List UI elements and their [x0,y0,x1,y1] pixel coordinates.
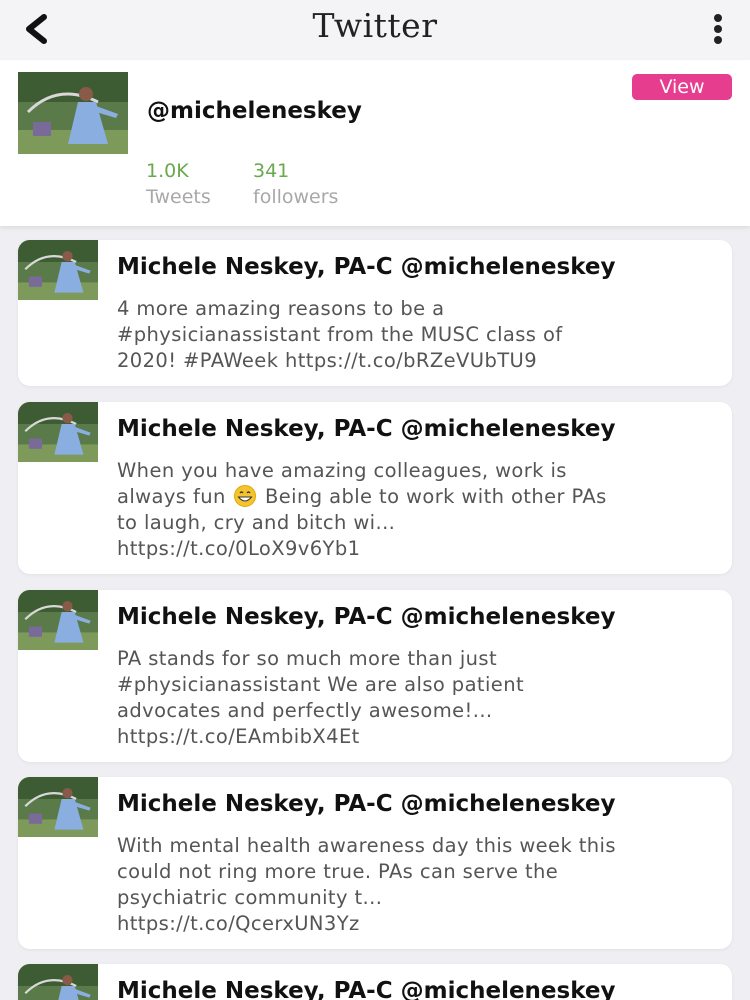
profile-card: @micheleneskey View 1.0K Tweets 341 foll… [0,60,750,226]
tweet-avatar [18,402,98,462]
tweet-text-line: always fun Being able to work with other… [117,484,717,510]
tweet-avatar [18,964,98,1000]
tweet-text-line: 2020! #PAWeek https://t.co/bRZeVUbTU9 [117,349,538,372]
view-profile-button[interactable]: View [632,74,732,100]
page-title: Twitter [312,6,438,45]
tweet-avatar [18,240,98,300]
tweet-text-line: https://t.co/0LoX9v6Yb1 [117,537,361,560]
tweet-text-line: With mental health awareness day this we… [117,834,616,857]
tweet-text-line: https://t.co/EAmbibX4Et [117,725,360,748]
tweet-text-line: could not ring more true. PAs can serve … [117,860,559,883]
tweets-label: Tweets [146,186,211,208]
tweet-text-segment: always fun [117,485,226,508]
tweet-card[interactable]: Michele Neskey, PA-C @micheleneskey With… [18,777,732,949]
tweet-card[interactable]: Michele Neskey, PA-C @micheleneskey PA s… [18,590,732,762]
tweet-text-line: advocates and perfectly awesome!... [117,699,493,722]
profile-avatar [18,72,128,154]
tweet-author: Michele Neskey, PA-C @micheleneskey [117,791,616,817]
tweets-count: 1.0K [146,160,189,182]
tweet-text-line: When you have amazing colleagues, work i… [117,459,567,482]
tweet-text-line: #physicianassistant We are also patient [117,673,524,696]
tweet-author: Michele Neskey, PA-C @micheleneskey [117,254,616,280]
tweet-text: PA stands for so much more than just #ph… [117,646,717,750]
tweets-stat: 1.0K Tweets [146,160,211,208]
followers-count: 341 [253,160,290,182]
tweet-text-line: 4 more amazing reasons to be a [117,297,445,320]
grinning-face-emoji-icon [234,485,257,507]
profile-handle: @micheleneskey [147,98,362,124]
tweet-text: With mental health awareness day this we… [117,833,717,937]
top-bar: Twitter [0,0,750,61]
tweet-avatar [18,590,98,650]
tweet-author: Michele Neskey, PA-C @micheleneskey [117,416,616,442]
tweet-author: Michele Neskey, PA-C @micheleneskey [117,978,616,1000]
tweet-text-segment: Being able to work with other PAs [264,485,607,508]
tweet-text-line: https://t.co/QcerxUN3Yz [117,912,360,935]
more-options-icon[interactable] [714,14,724,44]
tweet-avatar [18,777,98,837]
tweet-card[interactable]: Michele Neskey, PA-C @micheleneskey 4 mo… [18,240,732,386]
tweet-text-line: PA stands for so much more than just [117,647,498,670]
tweet-text: 4 more amazing reasons to be a #physicia… [117,296,717,374]
followers-label: followers [253,186,339,208]
tweet-text-line: to laugh, cry and bitch wi... [117,511,396,534]
followers-stat: 341 followers [253,160,338,208]
tweet-author: Michele Neskey, PA-C @micheleneskey [117,604,616,630]
tweet-text-line: #physicianassistant from the MUSC class … [117,323,563,346]
tweet-card[interactable]: Michele Neskey, PA-C @micheleneskey When… [18,402,732,574]
tweet-card[interactable]: Michele Neskey, PA-C @micheleneskey [18,964,732,1000]
tweet-text: When you have amazing colleagues, work i… [117,458,717,562]
tweet-text-line: psychiatric community t... [117,886,383,909]
